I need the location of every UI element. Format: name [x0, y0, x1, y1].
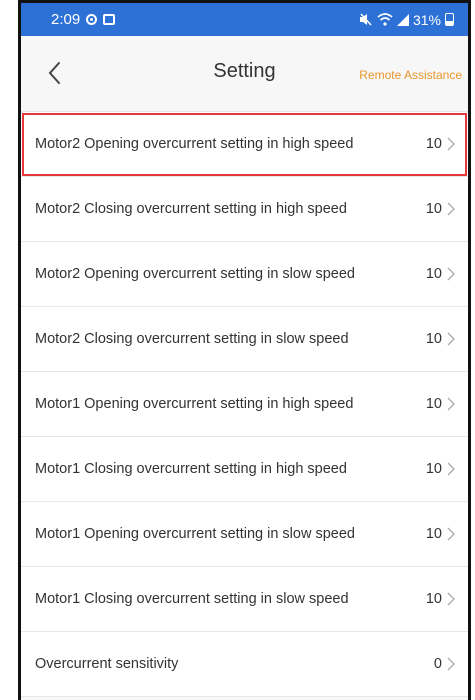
- chevron-right-icon: [447, 462, 455, 476]
- photo-icon: [103, 14, 116, 25]
- setting-label: Motor1 Closing overcurrent setting in hi…: [35, 461, 347, 477]
- status-bar-left: 2:09: [51, 11, 116, 28]
- phone-screen: 2:09 31% Setting Remote Assistance Motor…: [18, 0, 471, 700]
- remote-assistance-button[interactable]: Remote Assistance: [359, 68, 462, 82]
- battery-icon: [445, 13, 454, 26]
- setting-label: Motor2 Closing overcurrent setting in hi…: [35, 201, 347, 217]
- setting-row[interactable]: Motor2 Closing overcurrent setting in hi…: [21, 177, 468, 242]
- setting-label: Overcurrent sensitivity: [35, 656, 179, 672]
- chevron-right-icon: [447, 657, 455, 671]
- wifi-icon: [377, 13, 393, 26]
- setting-value: 10: [425, 396, 442, 412]
- setting-label: Motor1 Closing overcurrent setting in sl…: [35, 591, 349, 607]
- status-time: 2:09: [51, 11, 81, 28]
- settings-list: Motor2 Opening overcurrent setting in hi…: [21, 112, 468, 697]
- chevron-right-icon: [447, 397, 455, 411]
- status-bar: 2:09 31%: [21, 3, 468, 36]
- setting-label: Motor2 Opening overcurrent setting in hi…: [35, 136, 354, 152]
- setting-row[interactable]: Overcurrent sensitivity 0: [21, 632, 468, 697]
- setting-value: 10: [425, 461, 442, 477]
- setting-row[interactable]: Motor2 Closing overcurrent setting in sl…: [21, 307, 468, 372]
- setting-value: 10: [425, 526, 442, 542]
- setting-value: 10: [425, 201, 442, 217]
- setting-label: Motor1 Opening overcurrent setting in sl…: [35, 526, 355, 542]
- signal-icon: [396, 13, 409, 26]
- setting-row[interactable]: Motor1 Closing overcurrent setting in hi…: [21, 437, 468, 502]
- chevron-right-icon: [447, 527, 455, 541]
- setting-row[interactable]: Motor2 Opening overcurrent setting in sl…: [21, 242, 468, 307]
- chevron-right-icon: [447, 592, 455, 606]
- chevron-right-icon: [447, 202, 455, 216]
- chevron-right-icon: [447, 137, 455, 151]
- setting-value: 10: [425, 591, 442, 607]
- setting-value: 10: [425, 331, 442, 347]
- setting-row[interactable]: Motor1 Closing overcurrent setting in sl…: [21, 567, 468, 632]
- vpn-key-icon: [86, 14, 98, 25]
- setting-label: Motor1 Opening overcurrent setting in hi…: [35, 396, 354, 412]
- setting-label: Motor2 Opening overcurrent setting in sl…: [35, 266, 355, 282]
- setting-row[interactable]: Motor1 Opening overcurrent setting in sl…: [21, 502, 468, 567]
- battery-percent: 31%: [412, 11, 441, 28]
- status-bar-right: 31%: [359, 12, 454, 28]
- app-header: Setting Remote Assistance: [21, 36, 468, 112]
- setting-row[interactable]: Motor1 Opening overcurrent setting in hi…: [21, 372, 468, 437]
- setting-row[interactable]: Motor2 Opening overcurrent setting in hi…: [21, 112, 468, 177]
- setting-value: 0: [433, 656, 442, 672]
- chevron-right-icon: [447, 332, 455, 346]
- mute-icon: [359, 13, 372, 26]
- chevron-right-icon: [447, 267, 455, 281]
- setting-label: Motor2 Closing overcurrent setting in sl…: [35, 331, 349, 347]
- setting-value: 10: [425, 266, 442, 282]
- setting-value: 10: [425, 136, 442, 152]
